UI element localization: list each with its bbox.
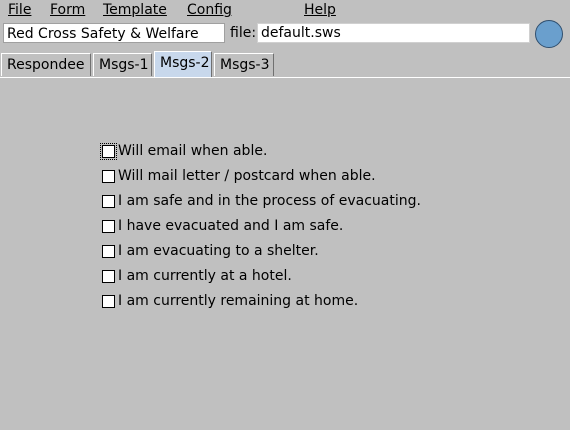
- message-checkbox[interactable]: [102, 195, 115, 208]
- message-checkbox[interactable]: [100, 143, 117, 160]
- message-label: I am currently remaining at home.: [118, 293, 359, 309]
- menu-template[interactable]: Template: [103, 1, 167, 19]
- message-checkbox[interactable]: [102, 245, 115, 258]
- menu-bar: File Form Template Config Help: [0, 0, 570, 20]
- message-label: Will email when able.: [118, 143, 268, 159]
- messages-panel: Will email when able. Will mail letter /…: [0, 78, 570, 430]
- form-title-field[interactable]: Red Cross Safety & Welfare: [3, 23, 225, 43]
- header-row: Red Cross Safety & Welfare file: default…: [0, 20, 570, 48]
- file-name-field[interactable]: default.sws: [257, 23, 530, 43]
- tab-msgs-1[interactable]: Msgs-1: [93, 53, 152, 76]
- file-label: file:: [230, 25, 257, 41]
- menu-config[interactable]: Config: [187, 1, 232, 19]
- menu-file-label: File: [8, 2, 32, 18]
- message-checkbox[interactable]: [102, 220, 115, 233]
- menu-help-label: Help: [304, 2, 336, 18]
- message-checkbox[interactable]: [102, 170, 115, 183]
- tab-msgs-2[interactable]: Msgs-2: [154, 51, 212, 77]
- menu-file[interactable]: File: [8, 1, 31, 19]
- message-label: Will mail letter / postcard when able.: [118, 168, 376, 184]
- status-indicator-icon: [535, 20, 563, 48]
- menu-help[interactable]: Help: [304, 1, 336, 19]
- message-checkbox[interactable]: [102, 295, 115, 308]
- message-checkbox[interactable]: [102, 270, 115, 283]
- app-window: File Form Template Config Help Red Cross…: [0, 0, 570, 430]
- menu-template-label: Template: [103, 2, 167, 18]
- message-label: I am evacuating to a shelter.: [118, 243, 319, 259]
- message-label: I am currently at a hotel.: [118, 268, 292, 284]
- menu-form-label: Form: [50, 2, 86, 18]
- tab-msgs-3[interactable]: Msgs-3: [214, 53, 274, 76]
- menu-form[interactable]: Form: [50, 1, 85, 19]
- message-label: I am safe and in the process of evacuati…: [118, 193, 421, 209]
- menu-config-label: Config: [187, 2, 232, 18]
- tab-bar: Respondee Msgs-1 Msgs-2 Msgs-3: [0, 51, 570, 77]
- message-label: I have evacuated and I am safe.: [118, 218, 344, 234]
- tab-respondee[interactable]: Respondee: [1, 53, 91, 76]
